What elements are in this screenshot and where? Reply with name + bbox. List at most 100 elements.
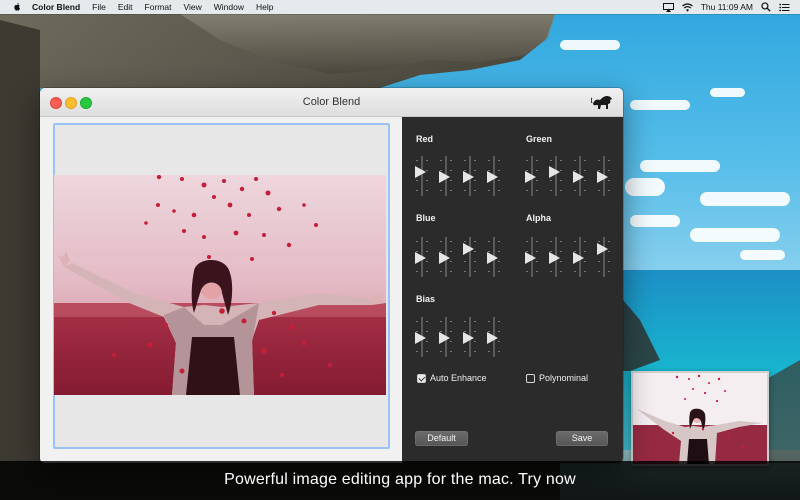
- slider-tick: [488, 160, 490, 161]
- slider-knob[interactable]: [439, 332, 450, 345]
- slider-knob[interactable]: [525, 252, 536, 265]
- red-slider-3[interactable]: [463, 156, 476, 196]
- menu-window[interactable]: Window: [214, 2, 244, 12]
- menu-app-name[interactable]: Color Blend: [32, 2, 80, 12]
- alpha-slider-1[interactable]: [525, 237, 538, 277]
- slider-tick: [440, 241, 442, 242]
- red-slider-4[interactable]: [487, 156, 500, 196]
- slider-tick: [584, 170, 586, 171]
- menu-edit[interactable]: Edit: [118, 2, 133, 12]
- slider-tick: [450, 351, 452, 352]
- slider-tick: [488, 271, 490, 272]
- slider-knob[interactable]: [415, 165, 426, 178]
- menubar-clock[interactable]: Thu 11:09 AM: [701, 2, 753, 12]
- default-button[interactable]: Default: [415, 431, 468, 446]
- green-slider-4[interactable]: [597, 156, 610, 196]
- green-sliders: [525, 156, 616, 196]
- slider-tick: [464, 271, 466, 272]
- wifi-icon[interactable]: [681, 2, 693, 12]
- blue-slider-2[interactable]: [439, 237, 452, 277]
- slider-tick: [608, 180, 610, 181]
- polynominal-label[interactable]: Polynominal: [539, 373, 588, 383]
- blue-sliders: [415, 237, 506, 277]
- bias-slider-4[interactable]: [487, 317, 500, 357]
- menu-help[interactable]: Help: [256, 2, 273, 12]
- green-slider-3[interactable]: [573, 156, 586, 196]
- slider-tick: [536, 251, 538, 252]
- slider-tick: [598, 160, 600, 161]
- slider-tick: [426, 351, 428, 352]
- slider-tick: [498, 271, 500, 272]
- title-bar[interactable]: Color Blend: [40, 88, 623, 117]
- slider-tick: [426, 180, 428, 181]
- slider-knob[interactable]: [487, 171, 498, 184]
- slider-tick: [498, 160, 500, 161]
- green-slider-2[interactable]: [549, 156, 562, 196]
- airplay-icon[interactable]: [662, 2, 674, 12]
- slider-tick: [426, 341, 428, 342]
- slider-knob[interactable]: [463, 332, 474, 345]
- auto-enhance-checkbox[interactable]: Auto Enhance: [417, 373, 487, 383]
- slider-knob[interactable]: [597, 171, 608, 184]
- slider-tick: [598, 271, 600, 272]
- promo-caption-bar: Powerful image editing app for the mac. …: [0, 461, 800, 500]
- slider-tick: [550, 190, 552, 191]
- slider-tick: [498, 341, 500, 342]
- red-slider-1[interactable]: [415, 156, 428, 196]
- alpha-slider-3[interactable]: [573, 237, 586, 277]
- slider-knob[interactable]: [487, 252, 498, 265]
- auto-enhance-check-box[interactable]: [417, 373, 426, 383]
- slider-tick: [584, 160, 586, 161]
- blue-slider-1[interactable]: [415, 237, 428, 277]
- slider-knob[interactable]: [549, 165, 560, 178]
- slider-knob[interactable]: [597, 242, 608, 255]
- menu-format[interactable]: Format: [145, 2, 172, 12]
- spotlight-search-icon[interactable]: [761, 2, 771, 12]
- slider-knob[interactable]: [415, 252, 426, 265]
- bias-group-label: Bias: [416, 294, 436, 304]
- bias-slider-3[interactable]: [463, 317, 476, 357]
- slider-tick: [426, 170, 428, 171]
- apple-menu-icon[interactable]: [12, 2, 22, 12]
- polynominal-check-box[interactable]: [526, 373, 535, 383]
- slider-tick: [426, 331, 428, 332]
- blue-slider-4[interactable]: [487, 237, 500, 277]
- image-canvas-area: [40, 117, 402, 463]
- alpha-slider-4[interactable]: [597, 237, 610, 277]
- menu-file[interactable]: File: [92, 2, 106, 12]
- slider-tick: [474, 170, 476, 171]
- slider-tick: [598, 190, 600, 191]
- slider-tick: [584, 241, 586, 242]
- slider-tick: [474, 180, 476, 181]
- slider-knob[interactable]: [487, 332, 498, 345]
- slider-tick: [488, 351, 490, 352]
- slider-knob[interactable]: [549, 252, 560, 265]
- slider-knob[interactable]: [463, 171, 474, 184]
- alpha-slider-2[interactable]: [549, 237, 562, 277]
- lion-logo-icon: [591, 96, 612, 109]
- bias-slider-2[interactable]: [439, 317, 452, 357]
- bias-slider-1[interactable]: [415, 317, 428, 357]
- auto-enhance-label[interactable]: Auto Enhance: [430, 373, 487, 383]
- slider-tick: [560, 271, 562, 272]
- preview-thumbnail[interactable]: [631, 371, 769, 466]
- slider-tick: [536, 190, 538, 191]
- blue-group-label: Blue: [416, 213, 436, 223]
- slider-tick: [450, 271, 452, 272]
- slider-knob[interactable]: [573, 171, 584, 184]
- slider-knob[interactable]: [439, 171, 450, 184]
- slider-tick: [498, 331, 500, 332]
- green-slider-1[interactable]: [525, 156, 538, 196]
- slider-knob[interactable]: [415, 332, 426, 345]
- red-slider-2[interactable]: [439, 156, 452, 196]
- blue-slider-3[interactable]: [463, 237, 476, 277]
- polynominal-checkbox[interactable]: Polynominal: [526, 373, 588, 383]
- slider-tick: [464, 261, 466, 262]
- slider-knob[interactable]: [439, 252, 450, 265]
- slider-knob[interactable]: [573, 252, 584, 265]
- slider-knob[interactable]: [525, 171, 536, 184]
- slider-knob[interactable]: [463, 242, 474, 255]
- menu-view[interactable]: View: [183, 2, 201, 12]
- notification-center-icon[interactable]: [779, 3, 790, 12]
- save-button[interactable]: Save: [556, 431, 608, 446]
